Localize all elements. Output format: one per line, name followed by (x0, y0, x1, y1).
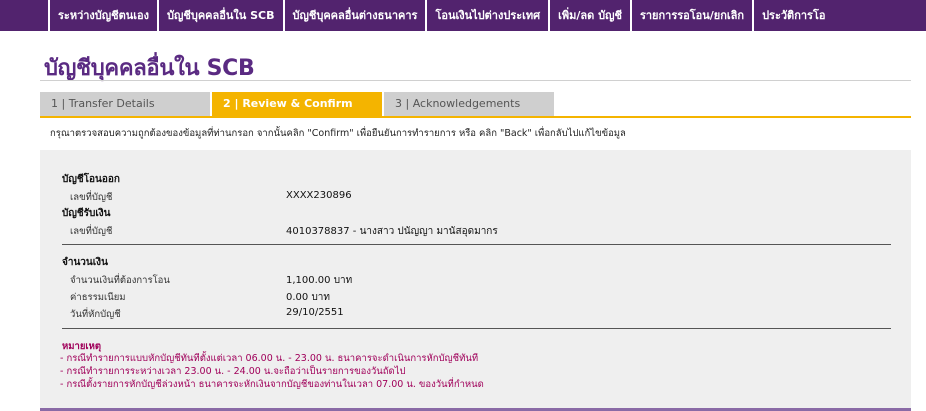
to-account-heading: บัญชีรับเงิน (62, 208, 111, 219)
from-account-label: เลขที่บัญชี (70, 192, 113, 203)
step-transfer-details: 1 | Transfer Details (40, 92, 210, 116)
nav-items: ระหว่างบัญชีตนเอง บัญชีบุคคลอื่นใน SCB บ… (48, 0, 833, 31)
from-account-value: XXXX230896 (286, 190, 352, 201)
nav-accent (0, 0, 48, 31)
nav-item-other-scb[interactable]: บัญชีบุคคลอื่นใน SCB (157, 0, 283, 31)
step-acknowledgements: 3 | Acknowledgements (384, 92, 554, 116)
amount-value: 1,100.00 บาท (286, 275, 353, 286)
title-divider (40, 80, 911, 81)
nav-item-other-bank[interactable]: บัญชีบุคคลอื่นต่างธนาคาร (282, 0, 426, 31)
section-divider (62, 328, 891, 329)
nav-item-pending[interactable]: รายการรอโอน/ยกเลิก (629, 0, 752, 31)
step-review-confirm: 2 | Review & Confirm (212, 92, 382, 116)
top-navigation: ระหว่างบัญชีตนเอง บัญชีบุคคลอื่นใน SCB บ… (0, 0, 926, 31)
nav-item-history[interactable]: ประวัติการโอ (752, 0, 833, 31)
debit-date-label: วันที่หักบัญชี (70, 309, 121, 320)
step-tabs: 1 | Transfer Details 2 | Review & Confir… (40, 92, 554, 116)
steps-divider (40, 116, 911, 118)
remark-line: - กรณีตั้งรายการหักบัญชีล่วงหน้า ธนาคารจ… (60, 379, 484, 390)
nav-item-overseas[interactable]: โอนเงินไปต่างประเทศ (425, 0, 548, 31)
fee-label: ค่าธรรมเนียม (70, 292, 126, 303)
instruction-text: กรุณาตรวจสอบความถูกต้องของข้อมูลที่ท่านก… (50, 128, 626, 139)
amount-label: จำนวนเงินที่ต้องการโอน (70, 275, 170, 286)
to-account-value: 4010378837 - นางสาว ปนัญญา มานัสอุดมากร (286, 226, 498, 237)
nav-item-own-accounts[interactable]: ระหว่างบัญชีตนเอง (48, 0, 157, 31)
amount-heading: จำนวนเงิน (62, 257, 108, 268)
to-account-label: เลขที่บัญชี (70, 226, 113, 237)
fee-value: 0.00 บาท (286, 292, 330, 303)
from-account-heading: บัญชีโอนออก (62, 174, 120, 185)
section-divider (62, 244, 891, 245)
nav-item-manage-accounts[interactable]: เพิ่ม/ลด บัญชี (548, 0, 630, 31)
debit-date-value: 29/10/2551 (286, 307, 344, 318)
